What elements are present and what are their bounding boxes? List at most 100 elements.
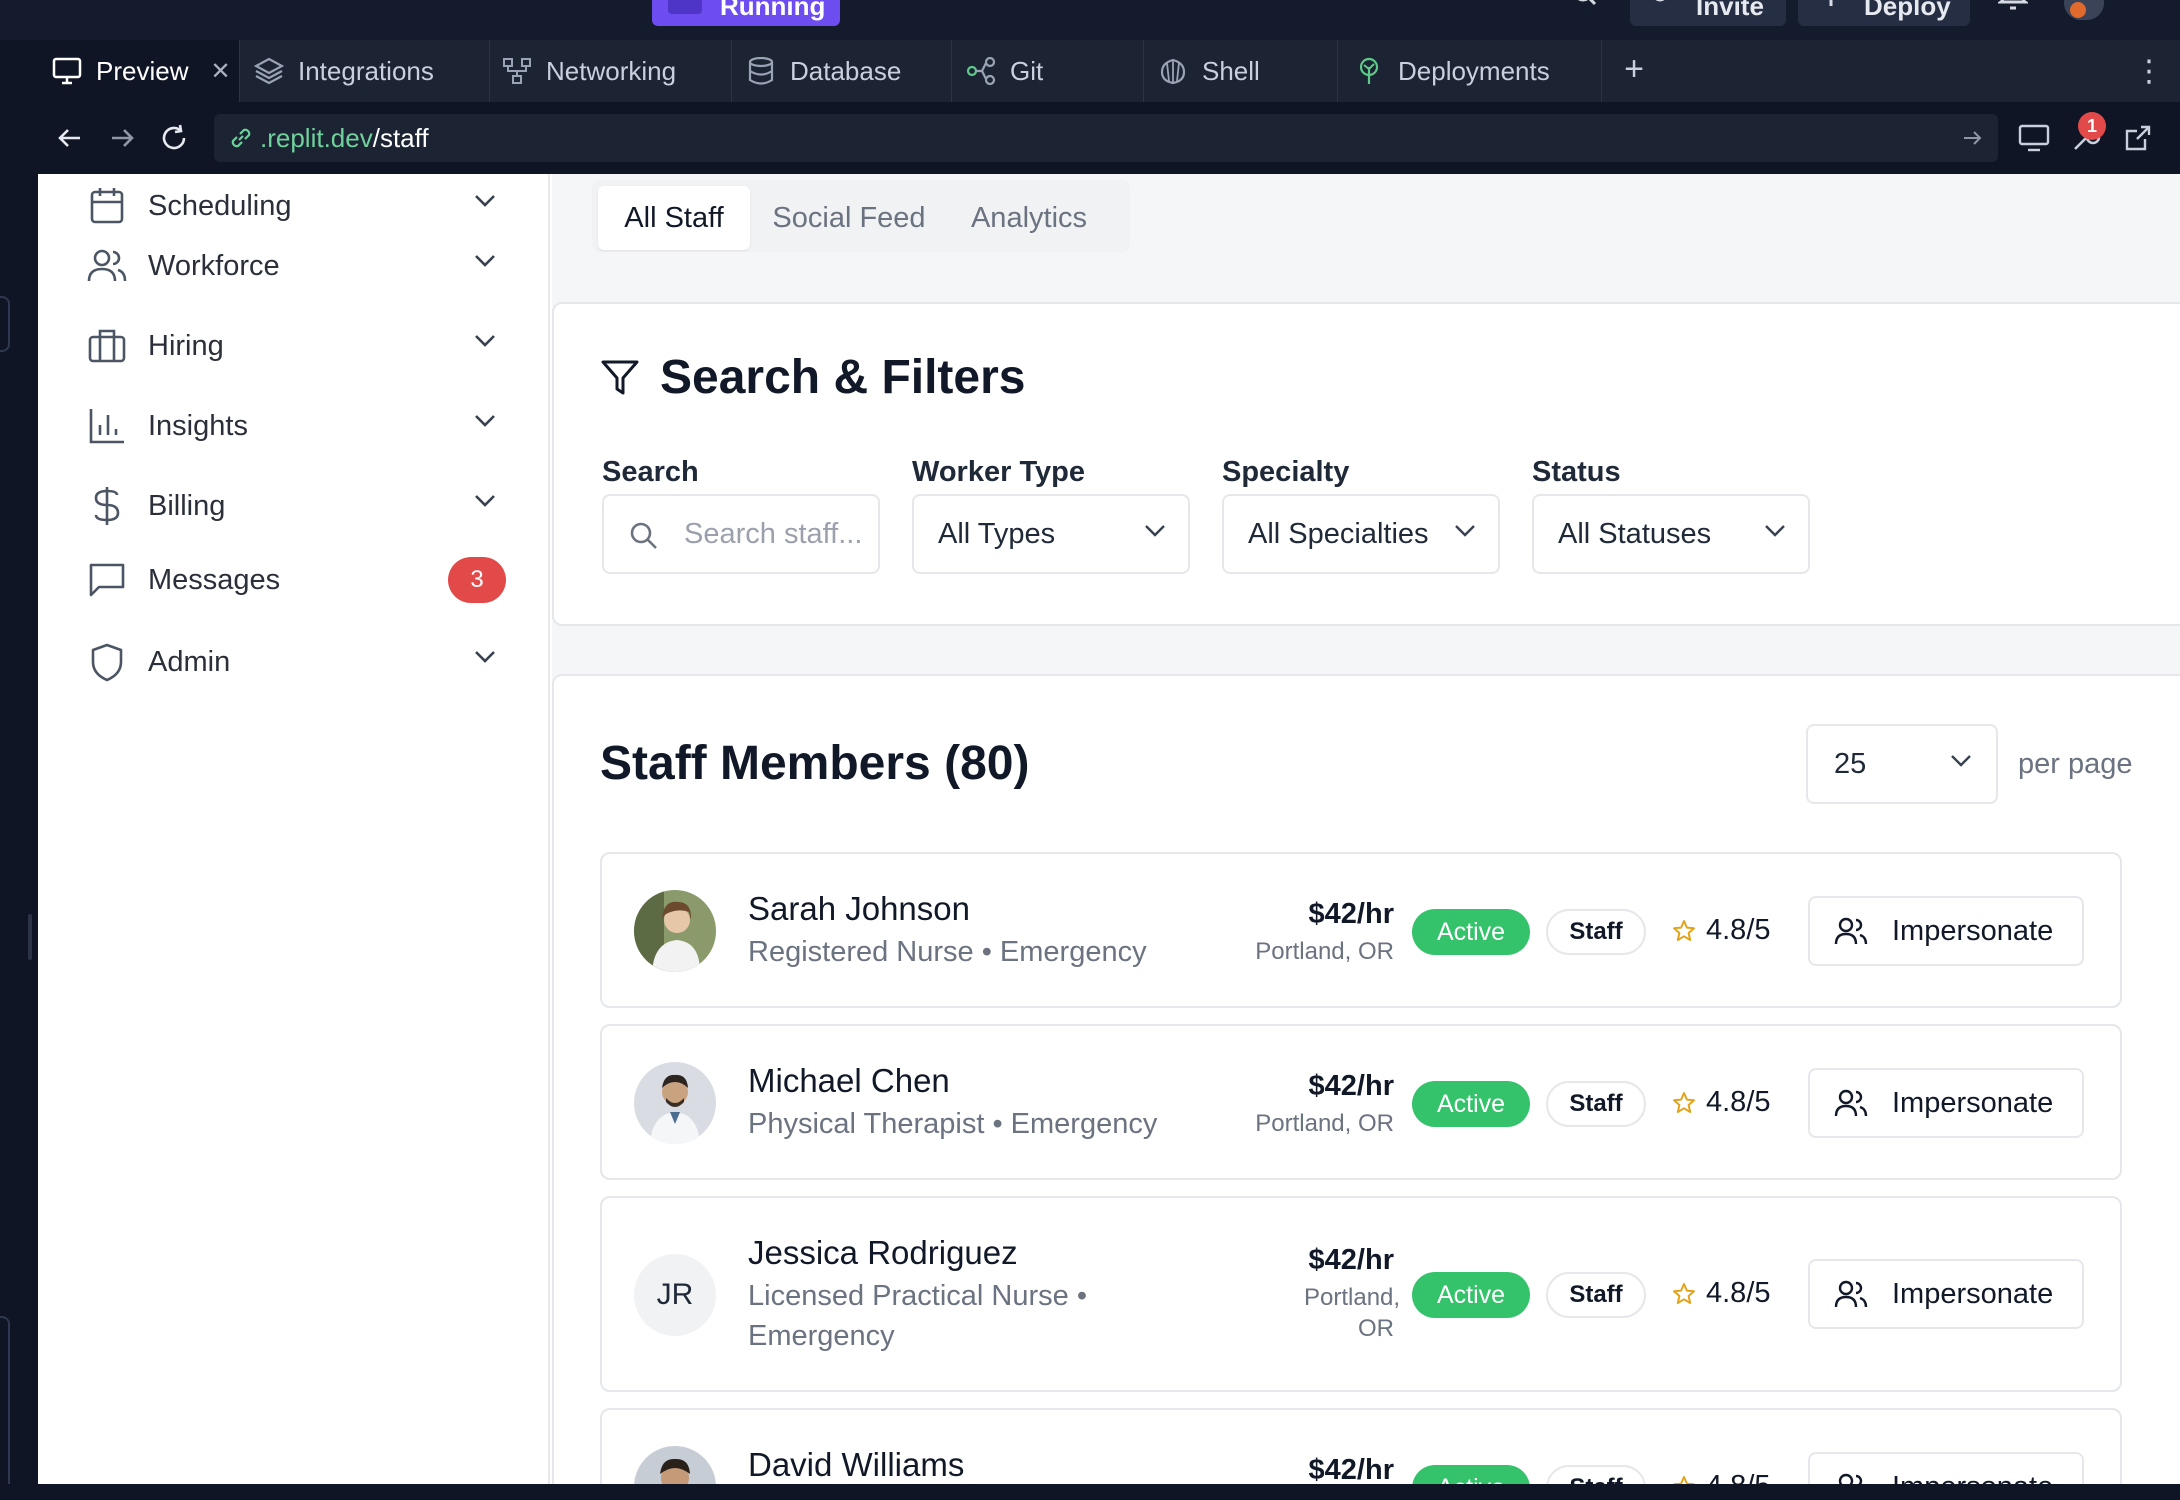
specialty-select[interactable]: All Specialties — [1222, 494, 1500, 574]
staff-location: Portland, OR — [1304, 1284, 1401, 1342]
tab-deployments[interactable]: Deployments — [1338, 40, 1602, 102]
filters-title: Search & Filters — [660, 351, 1026, 404]
impersonate-button[interactable]: Impersonate — [1808, 1452, 2084, 1484]
sidebar-item-hiring[interactable]: Hiring — [86, 316, 506, 376]
staff-role: Physical Therapist • Emergency — [748, 1108, 1158, 1140]
tab-label: Preview — [96, 55, 189, 86]
staff-row[interactable]: JR Jessica Rodriguez Licensed Practical … — [600, 1196, 2122, 1392]
refresh-icon — [162, 124, 186, 150]
sidebar-item-label: Hiring — [148, 329, 224, 362]
sidebar-item-label: Billing — [148, 489, 226, 522]
rating-value: 4.8/5 — [1706, 1277, 1771, 1309]
staff-role: Licensed Practical Nurse • Emergency — [748, 1280, 1087, 1352]
per-page-select[interactable]: 25 — [1806, 724, 1998, 804]
staff-name: Jessica Rodriguez — [748, 1234, 1018, 1271]
impersonate-button[interactable]: Impersonate — [1808, 1068, 2084, 1138]
status-badge: Active — [1412, 909, 1530, 955]
impersonate-label: Impersonate — [1892, 914, 2054, 947]
staff-card: Staff Members (80) 25 per page Sarah Joh… — [552, 674, 2180, 1484]
window-bottom-edge — [0, 1484, 2180, 1500]
staff-name: David Williams — [748, 1446, 965, 1483]
avatar — [634, 890, 716, 972]
reload-button[interactable] — [156, 120, 192, 156]
gutter-panel — [0, 296, 10, 352]
tab-git[interactable]: Git — [952, 40, 1144, 102]
bell-icon[interactable] — [1998, 0, 2028, 12]
shield-icon — [86, 641, 128, 683]
chevron-down-icon — [1145, 525, 1165, 537]
add-tab-button[interactable]: + — [1614, 50, 1654, 89]
left-gutter — [0, 174, 38, 1500]
tab-label: Database — [790, 55, 902, 86]
sidebar-item-admin[interactable]: Admin — [86, 632, 506, 692]
shell-icon — [1160, 58, 1186, 85]
worker-type-value: All Types — [938, 517, 1056, 550]
staff-location: Portland, OR — [1255, 938, 1394, 965]
replit-window: Running Invite Deploy Preview ✕ Integrat… — [0, 0, 2180, 1500]
external-link-icon — [2125, 125, 2151, 151]
run-label: Running — [720, 0, 826, 21]
status-value: All Statuses — [1558, 517, 1712, 550]
chevron-down-icon — [1765, 525, 1785, 537]
tab-preview[interactable]: Preview ✕ — [38, 40, 240, 102]
network-icon — [503, 58, 531, 84]
avatar — [634, 1062, 716, 1144]
chevron-down-icon — [475, 415, 495, 427]
sidebar-item-billing[interactable]: Billing — [86, 476, 506, 536]
sidebar-item-workforce[interactable]: Workforce — [86, 236, 506, 296]
rating-value: 4.8/5 — [1706, 1470, 1771, 1484]
invite-button[interactable]: Invite — [1630, 0, 1786, 26]
users-icon — [1838, 1473, 1863, 1484]
run-button[interactable]: Running — [652, 0, 840, 26]
gutter-panel — [0, 1316, 10, 1500]
type-badge: Staff — [1546, 909, 1646, 955]
staff-row[interactable]: Sarah Johnson Registered Nurse • Emergen… — [600, 852, 2122, 1008]
git-icon — [966, 57, 996, 85]
search-input[interactable]: Search staff... — [602, 494, 880, 574]
staff-rating: 4.8/5 — [1672, 1277, 1771, 1310]
sidebar-item-scheduling[interactable]: Scheduling — [86, 176, 506, 236]
deploy-label: Deploy — [1864, 0, 1951, 21]
status-select[interactable]: All Statuses — [1532, 494, 1810, 574]
tab-shell[interactable]: Shell — [1144, 40, 1338, 102]
devtools-badge: 1 — [2078, 112, 2106, 140]
tab-database[interactable]: Database — [732, 40, 952, 102]
more-options-icon[interactable]: ⋮ — [2134, 54, 2164, 89]
staff-role: Registered Nurse • Emergency — [748, 936, 1147, 968]
staff-title: Staff Members (80) — [600, 737, 1030, 790]
tab-integrations[interactable]: Integrations — [240, 40, 490, 102]
sidebar-item-insights[interactable]: Insights — [86, 396, 506, 456]
tab-analytics[interactable]: Analytics — [946, 186, 1112, 250]
tab-bar: Preview ✕ Integrations Networking Databa… — [38, 40, 2180, 102]
tab-all-staff[interactable]: All Staff — [598, 186, 750, 250]
sidebar-item-messages[interactable]: Messages 3 — [86, 550, 506, 610]
go-arrow-icon[interactable] — [1962, 128, 1984, 148]
tab-networking[interactable]: Networking — [490, 40, 732, 102]
avatar-initials: JR — [634, 1254, 716, 1336]
deploy-button[interactable]: Deploy — [1798, 0, 1970, 26]
url-input[interactable]: .replit.dev/staff — [214, 114, 1998, 162]
open-new-tab-button[interactable] — [2120, 120, 2156, 156]
device-preview-button[interactable] — [2016, 120, 2052, 156]
tab-social-feed[interactable]: Social Feed — [760, 186, 938, 250]
notification-dot — [2070, 2, 2086, 18]
staff-row[interactable]: David Williams $42/hr Active Staff 4.8/5… — [600, 1408, 2122, 1484]
chevron-down-icon — [475, 495, 495, 507]
worker-type-select[interactable]: All Types — [912, 494, 1190, 574]
chevron-down-icon — [475, 651, 495, 663]
sidebar-item-label: Scheduling — [148, 189, 292, 222]
search-icon[interactable] — [1570, 0, 1600, 12]
impersonate-button[interactable]: Impersonate — [1808, 896, 2084, 966]
per-page-value: 25 — [1834, 747, 1867, 780]
staff-rate: $42/hr — [1308, 1454, 1394, 1484]
rating-value: 4.8/5 — [1706, 1086, 1771, 1118]
back-button[interactable] — [52, 120, 88, 156]
impersonate-button[interactable]: Impersonate — [1808, 1259, 2084, 1329]
close-icon[interactable]: ✕ — [210, 57, 230, 86]
briefcase-icon — [86, 325, 128, 367]
staff-row[interactable]: Michael Chen Physical Therapist • Emerge… — [600, 1024, 2122, 1180]
resize-handle[interactable] — [28, 914, 32, 960]
chevron-down-icon — [475, 255, 495, 267]
forward-button[interactable] — [104, 120, 140, 156]
staff-rating: 4.8/5 — [1672, 914, 1771, 947]
